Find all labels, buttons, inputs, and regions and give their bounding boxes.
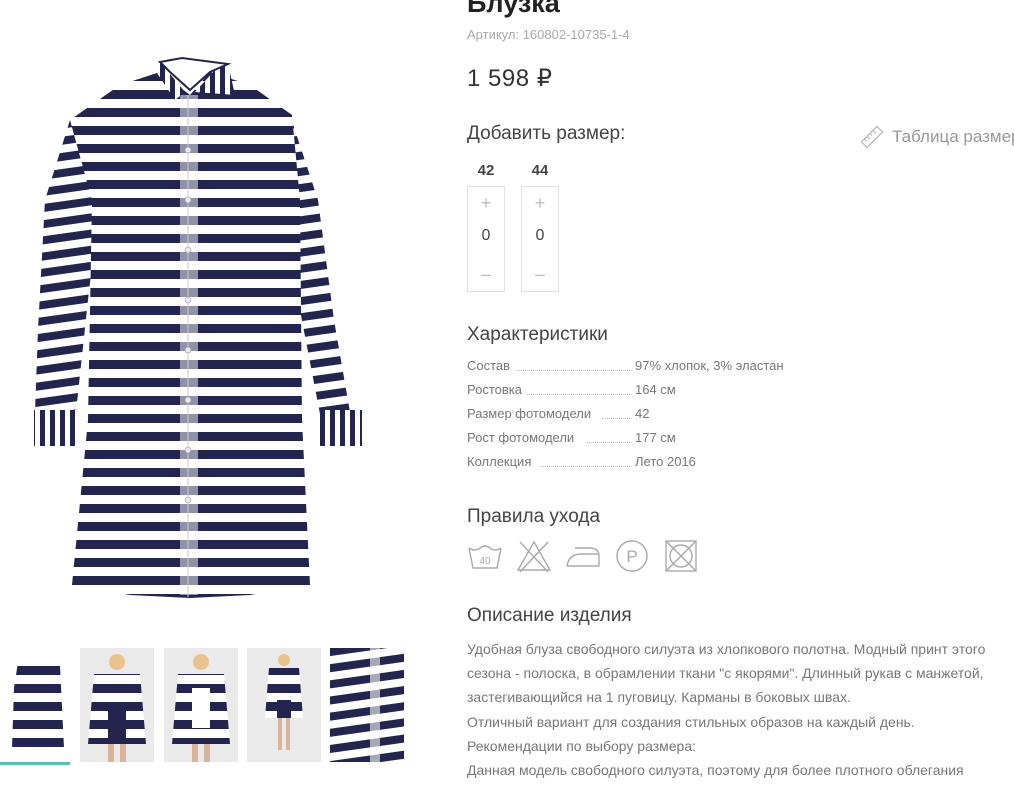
description-heading: Описание изделия [467, 605, 632, 626]
wash-temp: 40 [479, 556, 491, 567]
care-icons: 40 P [467, 538, 699, 576]
size-table-link[interactable]: Таблица размеров [859, 124, 1014, 150]
spec-row: Коллекция Лето 2016 [467, 454, 807, 474]
size-label: 42 [477, 162, 495, 179]
iron-icon [566, 547, 600, 567]
spec-value: 42 [635, 406, 650, 421]
description-body: Удобная блуза свободного силуэта из хлоп… [467, 637, 1012, 782]
dry-clean-letter: P [626, 547, 637, 566]
spec-name: Коллекция [467, 454, 534, 469]
decrement-button[interactable]: – [522, 262, 558, 286]
spec-leader [527, 394, 632, 395]
description-line: Рекомендации по выбору размера: [467, 737, 697, 754]
no-bleach-icon [516, 540, 552, 573]
description-line: застегивающийся на 1 пуговицу. Карманы в… [467, 689, 851, 706]
spec-row: Размер фотомодели 42 [467, 406, 807, 426]
wash-40-icon: 40 [468, 545, 502, 569]
spec-leader [517, 370, 632, 371]
description-line: сезона - полоска, в обрамлении ткани "с … [467, 665, 984, 682]
quantity-value[interactable]: 0 [522, 227, 558, 245]
spec-value: 177 см [635, 430, 676, 445]
quantity-value[interactable]: 0 [468, 227, 504, 245]
description-line: Отличный вариант для создания стильных о… [467, 713, 915, 730]
increment-button[interactable]: + [468, 191, 504, 215]
product-info: Блузка Артикул: 160802-10735-1-4 1 598 ₽… [467, 0, 1014, 785]
product-main-image[interactable] [0, 0, 406, 625]
increment-button[interactable]: + [522, 191, 558, 215]
spec-value: Лето 2016 [635, 454, 696, 469]
thumbnail-active-indicator [0, 762, 70, 765]
no-tumble-dry-icon [665, 540, 697, 572]
size-option-42: 42 + 0 – [467, 160, 505, 292]
specs-heading: Характеристики [467, 324, 608, 345]
thumbnail-4[interactable] [247, 648, 321, 762]
spec-row: Ростовка 164 см [467, 382, 807, 402]
thumbnail-1[interactable] [0, 648, 74, 762]
dry-clean-p-icon: P [616, 540, 648, 572]
spec-leader [587, 442, 632, 443]
product-price: 1 598 ₽ [467, 65, 553, 92]
add-size-heading: Добавить размер: [467, 123, 626, 144]
spec-name: Состав [467, 358, 513, 373]
spec-row: Рост фотомодели 177 см [467, 430, 807, 450]
thumbnail-3[interactable] [164, 648, 238, 762]
size-table-label: Таблица размеров [892, 127, 1014, 146]
description-line: Удобная блуза свободного силуэта из хлоп… [467, 641, 986, 657]
product-title: Блузка [467, 0, 560, 18]
spec-value: 164 см [635, 382, 676, 397]
spec-name: Ростовка [467, 382, 524, 397]
size-option-44: 44 + 0 – [521, 160, 559, 292]
decrement-button[interactable]: – [468, 262, 504, 286]
spec-leader [602, 418, 632, 419]
thumbnail-2[interactable] [80, 648, 154, 762]
ruler-icon [860, 125, 884, 149]
size-label: 44 [531, 162, 549, 179]
description-line: Данная модель свободного силуэта, поэтом… [467, 762, 964, 779]
care-heading: Правила ухода [467, 506, 601, 527]
thumbnail-5[interactable] [330, 648, 404, 762]
spec-name: Рост фотомодели [467, 430, 577, 445]
spec-row: Состав 97% хлопок, 3% эластан [467, 358, 807, 378]
thumbnail-strip [0, 648, 406, 785]
spec-leader [541, 466, 632, 467]
spec-value: 97% хлопок, 3% эластан [635, 358, 784, 373]
product-article: Артикул: 160802-10735-1-4 [467, 27, 630, 42]
spec-name: Размер фотомодели [467, 406, 594, 421]
quantity-stepper: + 0 – [521, 186, 559, 292]
quantity-stepper: + 0 – [467, 186, 505, 292]
